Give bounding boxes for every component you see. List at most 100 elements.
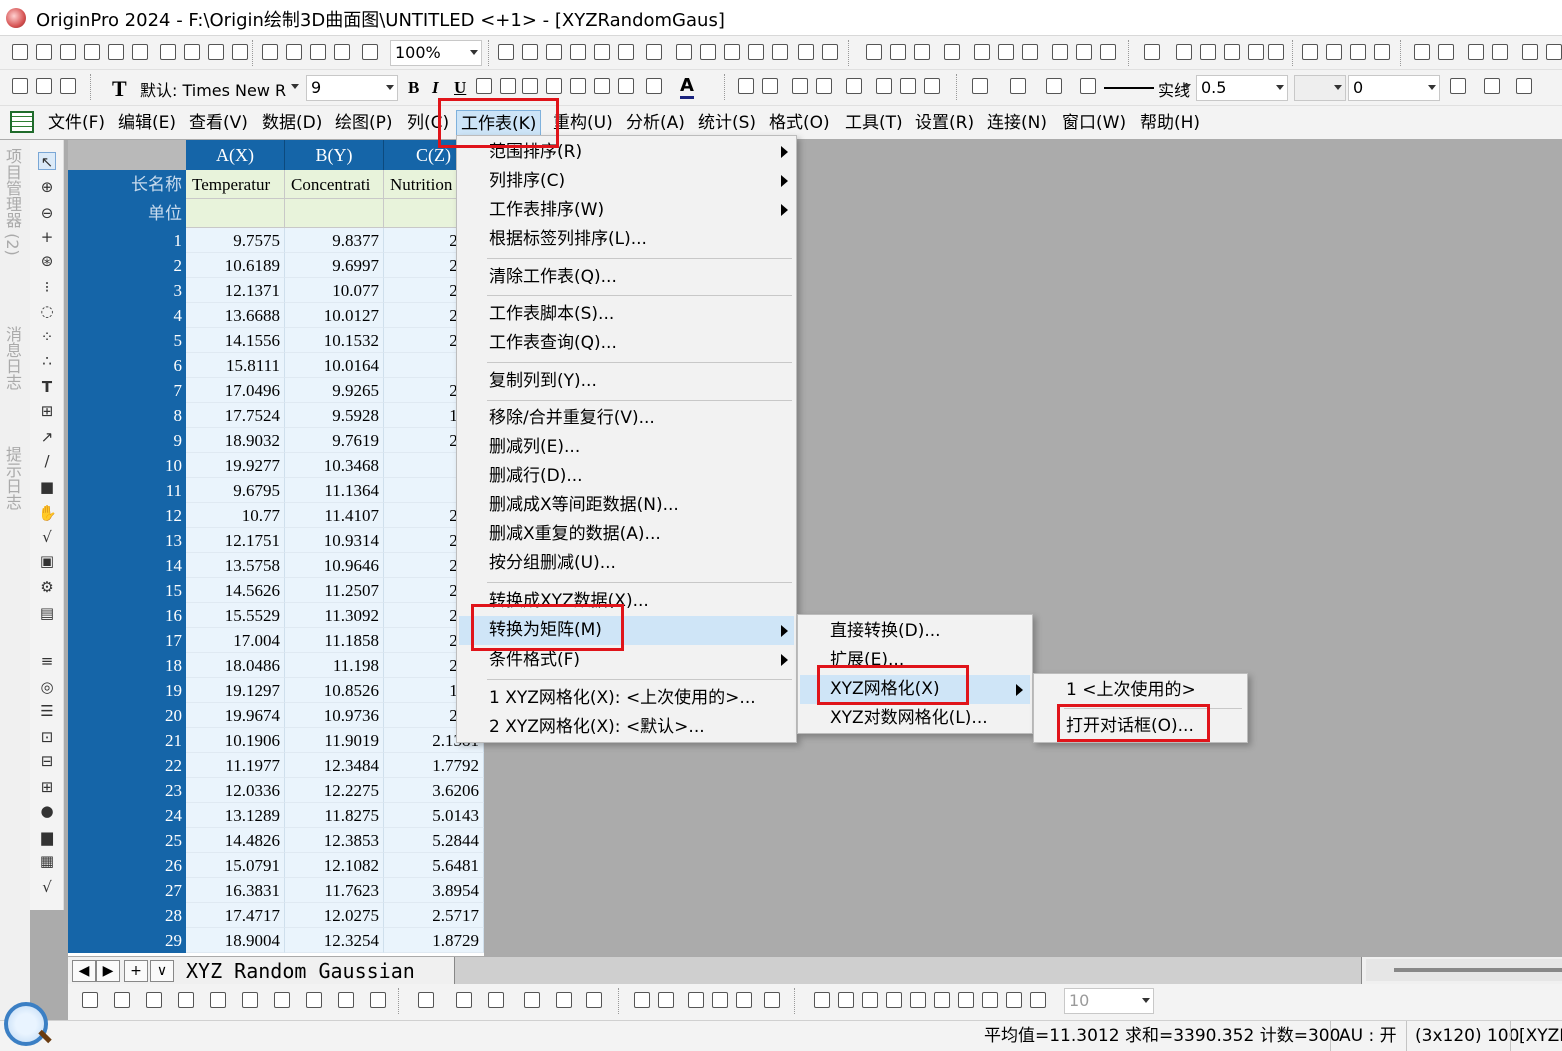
- set-y-icon[interactable]: [1200, 44, 1216, 60]
- pan-tool-icon[interactable]: ✋: [38, 504, 57, 522]
- menu-item-recent-gridding-last[interactable]: 1 XYZ网格化(X): <上次使用的>...: [459, 684, 794, 713]
- table-cell[interactable]: 11.1858: [285, 628, 384, 653]
- next-sheet-button[interactable]: ▶: [96, 960, 120, 982]
- new-worksheet-icon[interactable]: [60, 44, 76, 60]
- menu-item-conditional-format[interactable]: 条件格式(F): [459, 646, 794, 675]
- row-header[interactable]: 16: [68, 603, 186, 628]
- size-combo[interactable]: 10: [1064, 988, 1154, 1014]
- rectangle-tool-icon[interactable]: ■: [38, 478, 56, 496]
- merge-graph-icon[interactable]: [792, 78, 808, 94]
- font-combo[interactable]: 默认: Times New R: [136, 75, 302, 101]
- align-top-objects-icon[interactable]: [862, 992, 878, 1008]
- plot-into-layer-icon[interactable]: [634, 992, 650, 1008]
- menu-item-worksheet-sort[interactable]: 工作表排序(W): [459, 196, 794, 225]
- sheet-tab[interactable]: XYZ Random Gaussian: [180, 959, 421, 984]
- 3d-surface-icon[interactable]: [418, 992, 434, 1008]
- number-combo[interactable]: 0: [1348, 75, 1440, 101]
- sum-icon[interactable]: [866, 44, 882, 60]
- menu-item-reduce-by-group[interactable]: 按分组删减(U)...: [459, 549, 794, 578]
- table-cell[interactable]: 18.9004: [186, 928, 285, 953]
- table-cell[interactable]: 12.0336: [186, 778, 285, 803]
- find-icon[interactable]: [676, 44, 692, 60]
- insert-image-icon[interactable]: ⚙: [38, 578, 56, 596]
- table-cell[interactable]: 11.8275: [285, 803, 384, 828]
- grid-icon[interactable]: ▦: [38, 852, 56, 870]
- layer-management-icon[interactable]: [846, 78, 862, 94]
- row-header[interactable]: 10: [68, 453, 186, 478]
- menu-edit[interactable]: 编辑(E): [114, 110, 180, 136]
- table-cell[interactable]: 1.7792: [384, 753, 484, 778]
- new-excel-icon[interactable]: [208, 44, 224, 60]
- superscript-icon[interactable]: [476, 78, 492, 94]
- zoom-in-icon[interactable]: ⊕: [38, 178, 56, 196]
- screen-reader-icon[interactable]: +: [38, 228, 56, 246]
- area-plot-icon[interactable]: [274, 992, 290, 1008]
- menu-window[interactable]: 窗口(W): [1058, 110, 1130, 136]
- table-cell[interactable]: 14.5626: [186, 578, 285, 603]
- table-cell[interactable]: 2.5717: [384, 903, 484, 928]
- row-header[interactable]: 19: [68, 678, 186, 703]
- row-header[interactable]: 7: [68, 378, 186, 403]
- print-icon[interactable]: [498, 44, 514, 60]
- open-icon[interactable]: [262, 44, 278, 60]
- formula-icon[interactable]: √: [38, 878, 56, 896]
- row-header[interactable]: 21: [68, 728, 186, 753]
- multi-panel-icon[interactable]: [210, 992, 226, 1008]
- menu-item-xyz-gridding[interactable]: XYZ网格化(X): [800, 675, 1030, 704]
- extract-layers-icon[interactable]: [816, 78, 832, 94]
- row-header[interactable]: 26: [68, 853, 186, 878]
- table-cell[interactable]: 5.2844: [384, 828, 484, 853]
- table-cell[interactable]: 10.8526: [285, 678, 384, 703]
- menu-item-sort-by-label[interactable]: 根据标签列排序(L)...: [459, 225, 794, 254]
- menu-file[interactable]: 文件(F): [44, 110, 109, 136]
- new-notes-icon[interactable]: [184, 44, 200, 60]
- add-layer-icon[interactable]: [876, 78, 892, 94]
- set-x-icon[interactable]: [1176, 44, 1192, 60]
- row-header[interactable]: 5: [68, 328, 186, 353]
- menu-item-clear-worksheet[interactable]: 清除工作表(Q)...: [459, 263, 794, 292]
- table-cell[interactable]: 17.004: [186, 628, 285, 653]
- table-cell[interactable]: 18.9032: [186, 428, 285, 453]
- align-right-objects-icon[interactable]: [838, 992, 854, 1008]
- align-center-objects-icon[interactable]: [910, 992, 926, 1008]
- add-sheet-button[interactable]: +: [124, 960, 148, 982]
- align-icon[interactable]: [618, 78, 634, 94]
- recalculate-icon[interactable]: [362, 44, 378, 60]
- decrease-font-icon[interactable]: [594, 78, 610, 94]
- table-cell[interactable]: 9.6997: [285, 253, 384, 278]
- table-cell[interactable]: 13.5758: [186, 553, 285, 578]
- zoom-combo[interactable]: 100%: [390, 40, 482, 66]
- table-cell[interactable]: 3.8954: [384, 878, 484, 903]
- fill-color-icon[interactable]: [972, 78, 988, 94]
- table-cell[interactable]: 10.77: [186, 503, 285, 528]
- table-cell[interactable]: 5.6481: [384, 853, 484, 878]
- menu-worksheet[interactable]: 工作表(K): [456, 110, 542, 136]
- menu-item-convert-to-matrix[interactable]: 转换为矩阵(M): [459, 616, 794, 645]
- table-cell[interactable]: 11.4107: [285, 503, 384, 528]
- row-header[interactable]: 18: [68, 653, 186, 678]
- table-cell[interactable]: 12.3853: [285, 828, 384, 853]
- ungroup-objects-icon[interactable]: [1006, 992, 1022, 1008]
- menu-item-range-sort[interactable]: 范围排序(R): [459, 138, 794, 167]
- menu-item-worksheet-script[interactable]: 工作表脚本(S)...: [459, 300, 794, 329]
- results-log-icon[interactable]: [594, 44, 610, 60]
- menu-item-worksheet-query[interactable]: 工作表查询(Q)...: [459, 329, 794, 358]
- row-header[interactable]: 12: [68, 503, 186, 528]
- distribute-icon[interactable]: ☰: [38, 702, 56, 720]
- table-cell[interactable]: 12.3254: [285, 928, 384, 953]
- greek-icon[interactable]: [546, 78, 562, 94]
- 3d-scatter-icon[interactable]: [456, 992, 472, 1008]
- menu-item-open-dialog[interactable]: 打开对话框(O)...: [1036, 712, 1245, 741]
- units-cell[interactable]: [186, 199, 285, 228]
- menu-connect[interactable]: 连接(N): [983, 110, 1051, 136]
- table-cell[interactable]: 11.1364: [285, 478, 384, 503]
- set-values-icon[interactable]: [944, 44, 960, 60]
- statistical-plot-icon[interactable]: [242, 992, 258, 1008]
- set-z-icon[interactable]: [1224, 44, 1240, 60]
- copy-icon[interactable]: [36, 78, 52, 94]
- horizontal-scrollbar[interactable]: [1366, 959, 1562, 981]
- remove-layer-icon[interactable]: [900, 78, 916, 94]
- table-cell[interactable]: 11.1977: [186, 753, 285, 778]
- next-icon[interactable]: [1350, 44, 1366, 60]
- project-explorer-icon[interactable]: [646, 44, 662, 60]
